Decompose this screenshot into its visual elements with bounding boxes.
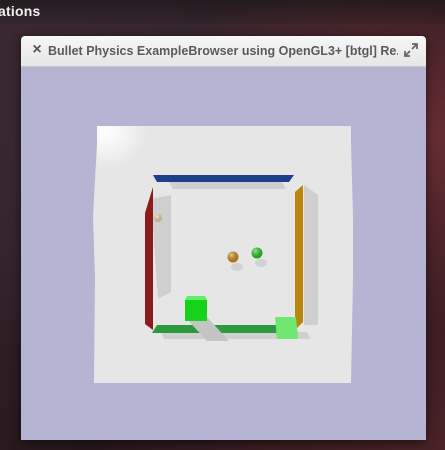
maximize-button[interactable] bbox=[404, 43, 418, 57]
sphere-highlight bbox=[227, 251, 239, 263]
sphere-highlight bbox=[154, 214, 162, 222]
wall-shadow bbox=[304, 185, 318, 325]
sphere-highlight bbox=[251, 247, 263, 259]
top-panel: ations bbox=[0, 0, 445, 24]
wall-right bbox=[295, 185, 303, 330]
cube-top-face bbox=[185, 296, 207, 300]
window-title: Bullet Physics ExampleBrowser using Open… bbox=[48, 44, 398, 58]
applications-menu[interactable]: ations bbox=[0, 3, 40, 19]
cube bbox=[275, 317, 298, 339]
render-viewport[interactable] bbox=[21, 67, 426, 440]
close-button[interactable]: × bbox=[29, 41, 45, 58]
sphere-shadow bbox=[255, 259, 267, 267]
sphere-shadow bbox=[231, 263, 243, 271]
maximize-icon bbox=[404, 43, 418, 57]
app-window: × Bullet Physics ExampleBrowser using Op… bbox=[21, 36, 426, 440]
physics-scene bbox=[93, 126, 353, 383]
wall-top bbox=[153, 175, 294, 182]
wall-bottom bbox=[152, 325, 296, 333]
cube bbox=[185, 300, 207, 321]
close-icon: × bbox=[32, 41, 42, 58]
window-titlebar[interactable]: × Bullet Physics ExampleBrowser using Op… bbox=[21, 36, 426, 67]
